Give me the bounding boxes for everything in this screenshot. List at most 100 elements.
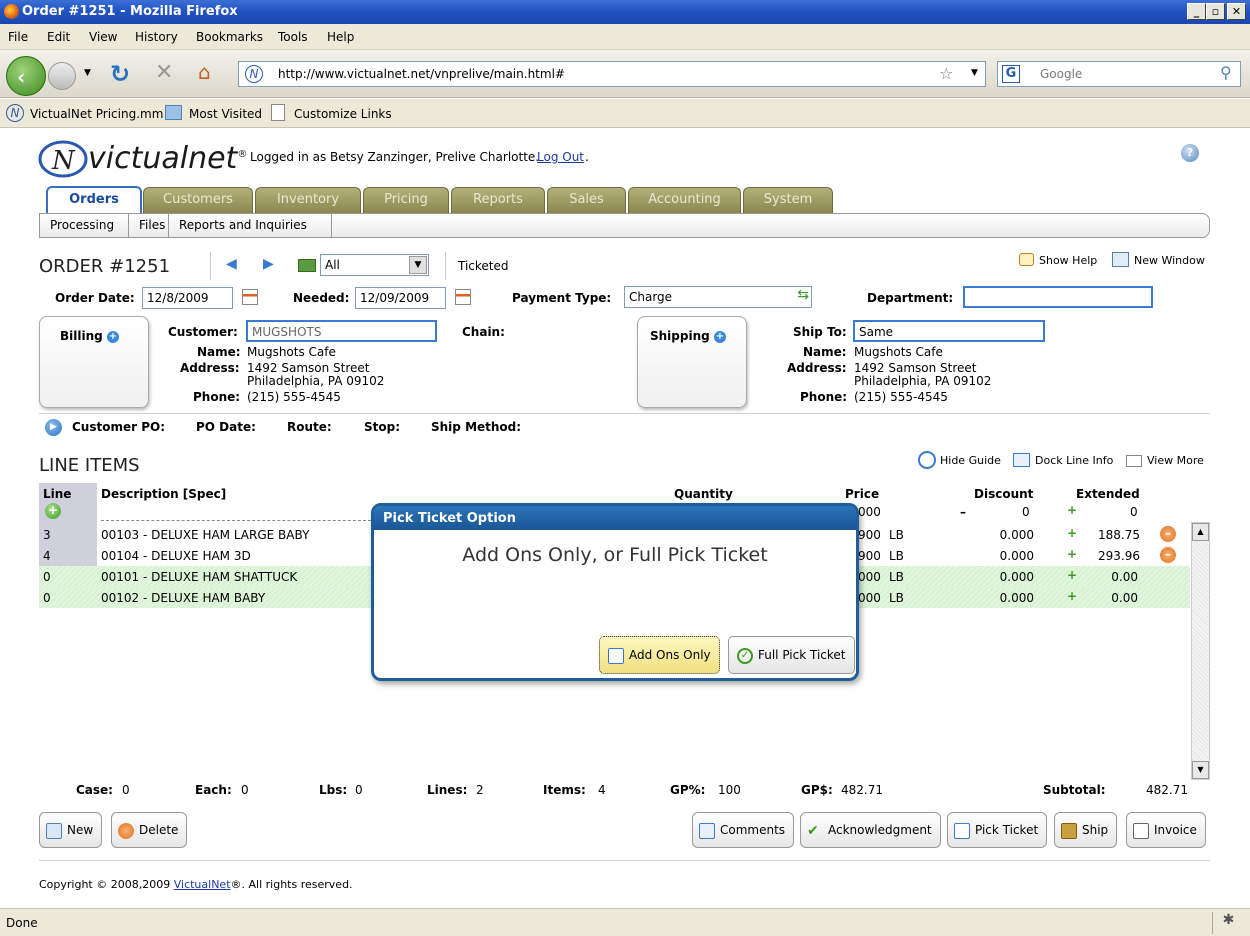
calendar-icon[interactable] [455, 289, 471, 305]
bookmark-most-visited[interactable]: Most Visited [189, 107, 262, 121]
show-help-icon[interactable] [1019, 253, 1034, 266]
add-icon[interactable]: + [1067, 547, 1077, 561]
menu-view[interactable]: View [89, 30, 117, 44]
logout-link[interactable]: Log Out [537, 150, 584, 164]
hide-guide-link[interactable]: Hide Guide [940, 454, 1001, 467]
line-items-scrollbar[interactable]: ▲ ▼ [1191, 522, 1210, 780]
swap-icon[interactable]: ⇆ [797, 287, 809, 303]
scroll-up-icon[interactable]: ▲ [1192, 523, 1209, 541]
hide-guide-icon[interactable] [918, 451, 936, 469]
shipping-tab[interactable]: Shipping + [637, 316, 747, 408]
delete-button[interactable]: Delete [111, 812, 188, 848]
menu-help[interactable]: Help [327, 30, 354, 44]
pick-ticket-button[interactable]: Pick Ticket [947, 812, 1048, 848]
bookmark-star-icon[interactable]: ☆ [939, 64, 953, 83]
filter-select[interactable]: All ▼ [320, 254, 429, 276]
menu-edit[interactable]: Edit [47, 30, 70, 44]
tab-reports[interactable]: Reports [451, 187, 545, 213]
url-bar[interactable]: N http://www.victualnet.net/vnprelive/ma… [238, 61, 986, 87]
menu-history[interactable]: History [135, 30, 178, 44]
entry-extended[interactable]: 0 [1130, 505, 1138, 519]
department-input[interactable] [963, 286, 1153, 308]
shipping-phone-label: Phone: [800, 390, 848, 404]
dock-line-info-link[interactable]: Dock Line Info [1035, 454, 1113, 467]
home-icon[interactable]: ⌂ [198, 60, 211, 84]
new-window-link[interactable]: New Window [1134, 254, 1205, 267]
needed-date-input[interactable]: 12/09/2009 [355, 287, 446, 309]
add-icon[interactable]: + [1067, 526, 1077, 540]
entry-discount[interactable]: 0 [1022, 505, 1030, 519]
tab-system[interactable]: System [743, 187, 833, 213]
calendar-icon[interactable] [242, 289, 258, 305]
search-icon[interactable]: ⚲ [1220, 63, 1232, 82]
subtab-files[interactable]: Files [129, 214, 169, 237]
billing-add-icon[interactable]: + [106, 330, 119, 343]
google-icon[interactable]: G [1002, 65, 1020, 83]
remove-line-icon[interactable]: – [1160, 526, 1176, 542]
billing-tab[interactable]: Billing + [39, 316, 149, 408]
search-box[interactable]: G Google ⚲ [997, 61, 1241, 87]
shipto-input[interactable]: Same [853, 320, 1045, 342]
discount-minus-icon[interactable]: – [960, 505, 966, 519]
tab-inventory[interactable]: Inventory [255, 187, 361, 213]
customer-input[interactable]: MUGSHOTS [246, 320, 437, 342]
subtab-reports-inquiries[interactable]: Reports and Inquiries [169, 214, 332, 237]
bookmark-customize-links[interactable]: Customize Links [294, 107, 392, 121]
ship-button[interactable]: Ship [1054, 812, 1118, 848]
expand-details-icon[interactable]: ▶ [45, 419, 62, 436]
items-value: 4 [598, 783, 606, 797]
tab-orders[interactable]: Orders [46, 186, 142, 214]
maximize-button[interactable]: ▫ [1206, 3, 1225, 20]
prev-order-icon[interactable]: ◀ [226, 256, 237, 272]
view-more-icon[interactable] [1126, 455, 1142, 467]
minimize-button[interactable]: _ [1187, 3, 1206, 20]
add-icon[interactable]: + [1067, 568, 1077, 582]
dock-icon[interactable] [1013, 453, 1030, 467]
footer-copyright: Copyright © 2008,2009 VictualNet®. All r… [39, 878, 353, 891]
invoice-button[interactable]: Invoice [1126, 812, 1206, 848]
acknowledgment-button[interactable]: ✔ Acknowledgment [800, 812, 941, 848]
order-date-input[interactable]: 12/8/2009 [142, 287, 233, 309]
stop-label: Stop: [364, 420, 401, 434]
chevron-down-icon[interactable]: ▼ [409, 256, 427, 274]
victualnet-link[interactable]: VictualNet [174, 878, 231, 891]
comments-button[interactable]: Comments [692, 812, 795, 848]
full-pick-ticket-button[interactable]: ✓ Full Pick Ticket [728, 636, 855, 674]
add-ons-only-button[interactable]: Add Ons Only [599, 636, 720, 674]
show-help-link[interactable]: Show Help [1039, 254, 1097, 267]
close-button[interactable]: ✕ [1227, 3, 1246, 20]
case-label: Case: [76, 783, 113, 797]
add-icon[interactable]: + [1067, 503, 1077, 517]
next-order-icon[interactable]: ▶ [263, 256, 274, 272]
remove-line-icon[interactable]: – [1160, 547, 1176, 563]
help-icon[interactable]: ? [1181, 144, 1199, 162]
stop-icon[interactable]: ✕ [155, 60, 173, 85]
add-icon[interactable]: + [1067, 589, 1077, 603]
comments-icon [699, 822, 715, 839]
billing-address1: 1492 Samson Street [247, 361, 370, 375]
view-more-link[interactable]: View More [1147, 454, 1204, 467]
menu-file[interactable]: File [8, 30, 28, 44]
menu-tools[interactable]: Tools [278, 30, 308, 44]
back-icon[interactable]: ‹ [6, 56, 46, 96]
shipping-add-icon[interactable]: + [713, 330, 726, 343]
new-window-icon[interactable] [1112, 252, 1129, 267]
tab-customers[interactable]: Customers [143, 187, 253, 213]
subtab-processing[interactable]: Processing [40, 214, 129, 237]
tab-pricing[interactable]: Pricing [363, 187, 449, 213]
bookmark-victualnet[interactable]: VictualNet Pricing.mm [30, 107, 163, 121]
url-text: http://www.victualnet.net/vnprelive/main… [278, 67, 565, 81]
history-dropdown-icon[interactable]: ▼ [84, 68, 91, 78]
new-button[interactable]: New [39, 812, 103, 848]
tab-sales[interactable]: Sales [547, 187, 626, 213]
tab-accounting[interactable]: Accounting [628, 187, 741, 213]
url-dropdown-icon[interactable]: ▼ [971, 68, 978, 78]
payment-type-input[interactable]: Charge ⇆ [624, 286, 812, 308]
entry-price[interactable]: 000 [858, 505, 881, 519]
reload-icon[interactable]: ↻ [110, 60, 130, 88]
forward-icon[interactable] [48, 62, 76, 90]
menu-bookmarks[interactable]: Bookmarks [196, 30, 263, 44]
scroll-down-icon[interactable]: ▼ [1192, 761, 1209, 779]
firebug-icon[interactable]: ✱ [1212, 912, 1244, 934]
add-line-icon[interactable]: + [45, 503, 61, 519]
